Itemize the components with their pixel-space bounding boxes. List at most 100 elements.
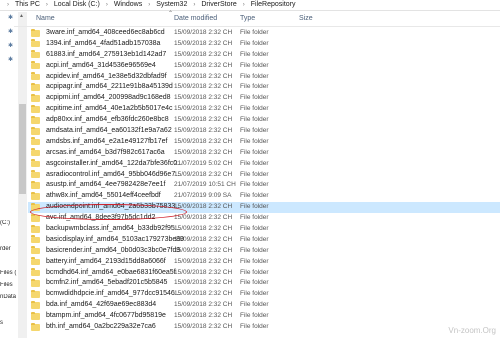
file-type: File folder xyxy=(240,268,269,276)
table-row[interactable]: asgcoinstaller.inf_amd64_122da7bfe36fc0.… xyxy=(28,159,500,170)
table-row[interactable]: amdsata.inf_amd64_ea60132f1e9a7a62 15/09/… xyxy=(28,126,500,137)
file-name: asgcoinstaller.inf_amd64_122da7bfe36fc0.… xyxy=(46,159,183,167)
file-date: 15/09/2018 2:32 CH xyxy=(174,246,233,254)
file-type: File folder xyxy=(240,72,269,80)
column-name-header[interactable]: Name xyxy=(36,15,55,22)
file-name: battery.inf_amd64_2193d15dd8a6066f xyxy=(46,257,166,265)
file-date: 15/09/2018 2:32 CH xyxy=(174,257,233,265)
table-row[interactable]: bth.inf_amd64_0a2bc229a32e7ca6 15/09/2018… xyxy=(28,322,500,333)
navigation-scrollbar[interactable]: ▲ xyxy=(18,12,27,338)
breadcrumb-filerepository[interactable]: FileRepository xyxy=(249,1,298,8)
folder-icon xyxy=(31,235,40,244)
scrollbar-thumb[interactable] xyxy=(19,104,26,194)
breadcrumb-this-pc[interactable]: This PC xyxy=(13,1,42,8)
file-type: File folder xyxy=(240,279,269,287)
file-name: acpi.inf_amd64_31d4536e96569e4 xyxy=(46,61,156,69)
breadcrumb-local-disk[interactable]: Local Disk (C:) xyxy=(52,1,102,8)
column-date-header[interactable]: Date modified xyxy=(174,15,217,22)
table-row[interactable]: acpipmi.inf_amd64_200998ad9c168ed8 15/09/… xyxy=(28,93,500,104)
file-name: basicdisplay.inf_amd64_5103ac179273be89 xyxy=(46,235,185,243)
pin-icon[interactable]: ✱ xyxy=(8,28,13,35)
column-type-header[interactable]: Type xyxy=(240,15,255,22)
table-row[interactable]: asustp.inf_amd64_4ee7982428e7ee1f 21/07/2… xyxy=(28,180,500,191)
table-row[interactable]: asradiocontrol.inf_amd64_95bb046d96e7...… xyxy=(28,170,500,181)
file-name: 1394.inf_amd64_4fad51adb157038a xyxy=(46,39,161,47)
table-row[interactable]: basicdisplay.inf_amd64_5103ac179273be89 1… xyxy=(28,235,500,246)
column-size-header[interactable]: Size xyxy=(299,15,313,22)
file-date: 15/09/2018 2:32 CH xyxy=(174,72,233,80)
file-type: File folder xyxy=(240,225,269,233)
file-name: amdsbs.inf_amd64_e2a1e49127fb17ef xyxy=(46,137,168,145)
breadcrumb-windows[interactable]: Windows xyxy=(112,1,144,8)
breadcrumb: › This PC › Local Disk (C:) › Windows › … xyxy=(3,1,298,8)
file-name: amdsata.inf_amd64_ea60132f1e9a7a62 xyxy=(46,127,172,135)
file-name: athw8x.inf_amd64_55014eff4ceefbdf xyxy=(46,192,161,200)
table-row[interactable]: acpidev.inf_amd64_1e38e5d32dbfad9f 15/09/… xyxy=(28,72,500,83)
nav-item-program-files[interactable]: Files ( xyxy=(0,270,17,276)
table-row[interactable]: acpitime.inf_amd64_40e1a2b5b5017e4c 15/09… xyxy=(28,104,500,115)
folder-icon xyxy=(31,322,40,331)
nav-item-programdata[interactable]: nData xyxy=(0,294,17,300)
file-date: 21/07/2019 9:09 SA xyxy=(174,192,232,200)
nav-item-users[interactable]: s xyxy=(0,320,17,326)
file-name: btampm.inf_amd64_4fc0677bd95819e xyxy=(46,312,166,320)
folder-icon xyxy=(31,202,40,211)
chevron-right-icon[interactable]: › xyxy=(42,2,52,8)
chevron-right-icon[interactable]: › xyxy=(189,2,199,8)
breadcrumb-system32[interactable]: System32 xyxy=(154,1,189,8)
pin-icon[interactable]: ✱ xyxy=(8,56,13,63)
file-type: File folder xyxy=(240,159,269,167)
sort-up-icon: ⌃ xyxy=(168,11,174,17)
file-type: File folder xyxy=(240,61,269,69)
file-type: File folder xyxy=(240,83,269,91)
table-row[interactable]: 1394.inf_amd64_4fad51adb157038a 15/09/201… xyxy=(28,39,500,50)
file-date: 15/09/2018 2:32 CH xyxy=(174,301,233,309)
file-type: File folder xyxy=(240,257,269,265)
table-row[interactable]: bcmfn2.inf_amd64_5ebadf201c5b5845 15/09/2… xyxy=(28,278,500,289)
table-row[interactable]: athw8x.inf_amd64_55014eff4ceefbdf 21/07/2… xyxy=(28,191,500,202)
table-row[interactable]: bda.inf_amd64_42f69ae69ec883d4 15/09/2018… xyxy=(28,300,500,311)
folder-icon xyxy=(31,257,40,266)
folder-icon xyxy=(31,170,40,179)
chevron-right-icon[interactable]: › xyxy=(102,2,112,8)
table-row[interactable]: 61883.inf_amd64_275913eb1d142ad7 15/09/20… xyxy=(28,50,500,61)
table-row[interactable]: 3ware.inf_amd64_408ceed6ec8ab6cd 15/09/20… xyxy=(28,28,500,39)
table-row[interactable]: basicrender.inf_amd64_0b0d03c3bc0e7fd9 15… xyxy=(28,246,500,257)
folder-icon xyxy=(31,300,40,309)
table-row[interactable]: acpi.inf_amd64_31d4536e96569e4 15/09/2018… xyxy=(28,61,500,72)
file-name: bda.inf_amd64_42f69ae69ec883d4 xyxy=(46,301,157,309)
file-name: acpipmi.inf_amd64_200998ad9c168ed8 xyxy=(46,94,171,102)
pin-icon[interactable]: ✱ xyxy=(8,14,13,21)
chevron-right-icon[interactable]: › xyxy=(144,2,154,8)
table-row[interactable]: amdsbs.inf_amd64_e2a1e49127fb17ef 15/09/2… xyxy=(28,137,500,148)
table-row[interactable]: btampm.inf_amd64_4fc0677bd95819e 15/09/20… xyxy=(28,311,500,322)
file-type: File folder xyxy=(240,181,269,189)
folder-icon xyxy=(31,137,40,146)
nav-item-folder[interactable]: rder xyxy=(0,246,17,252)
navigation-pane: ✱ ✱ ✱ ✱ (C:) rder Files ( Files nData s xyxy=(0,12,19,338)
table-row[interactable]: backupwmbclass.inf_amd64_b33db92f95... 15… xyxy=(28,224,500,235)
table-row[interactable]: bcmwdidhdpcie.inf_amd64_977dcc91546... 15… xyxy=(28,289,500,300)
file-type: File folder xyxy=(240,137,269,145)
file-date: 15/09/2018 2:32 CH xyxy=(174,312,233,320)
file-name: asustp.inf_amd64_4ee7982428e7ee1f xyxy=(46,181,166,189)
table-row[interactable]: acpipagr.inf_amd64_2211e91b8a45139d 15/09… xyxy=(28,82,500,93)
file-date: 15/09/2018 2:32 CH xyxy=(174,127,233,135)
breadcrumb-driverstore[interactable]: DriverStore xyxy=(199,1,238,8)
chevron-right-icon[interactable]: › xyxy=(239,2,249,8)
file-date: 15/09/2018 2:32 CH xyxy=(174,50,233,58)
folder-icon xyxy=(31,126,40,135)
table-row-selected[interactable]: audioendpoint.inf_amd64_2a6b33b75833... 1… xyxy=(28,202,500,214)
table-row[interactable]: bcmdhd64.inf_amd64_e0bae6831f60ea5f 15/09… xyxy=(28,268,500,279)
table-row[interactable]: arcsas.inf_amd64_b3d7f982c617ac6a 15/09/2… xyxy=(28,148,500,159)
address-bar[interactable]: › This PC › Local Disk (C:) › Windows › … xyxy=(0,0,500,11)
nav-item-local-disk[interactable]: (C:) xyxy=(0,220,17,226)
pin-icon[interactable]: ✱ xyxy=(8,42,13,49)
folder-icon xyxy=(31,191,40,200)
table-row[interactable]: avc.inf_amd64_8dee3f97b5dc1dd2 15/09/2018… xyxy=(28,213,500,224)
file-date: 15/09/2018 2:32 CH xyxy=(174,61,233,69)
nav-item-program-files-x86[interactable]: Files xyxy=(0,282,17,288)
table-row[interactable]: battery.inf_amd64_2193d15dd8a6066f 15/09/… xyxy=(28,257,500,268)
table-row[interactable]: adp80xx.inf_amd64_efb36fdc260e8bc8 15/09/… xyxy=(28,115,500,126)
file-date: 15/09/2018 2:32 CH xyxy=(174,290,233,298)
